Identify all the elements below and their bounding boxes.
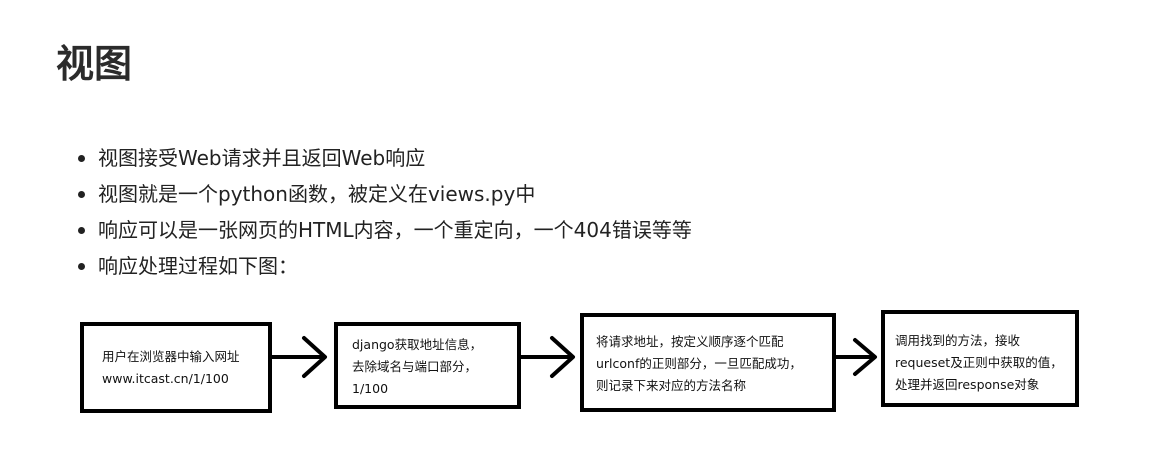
bullet-dot-icon	[78, 227, 85, 234]
bullet-text: 响应可以是一张网页的HTML内容，一个重定向，一个404错误等等	[98, 218, 692, 242]
bullet-list: 视图接受Web请求并且返回Web响应 视图就是一个python函数，被定义在vi…	[78, 140, 692, 284]
flow-step-line: urlconf的正则部分，一旦匹配成功，	[596, 356, 802, 371]
flow-step-line: 去除域名与端口部分，	[352, 359, 478, 374]
bullet-item: 视图就是一个python函数，被定义在views.py中	[78, 176, 692, 212]
bullet-text: 视图接受Web请求并且返回Web响应	[98, 146, 426, 170]
arrow-right-icon	[519, 336, 575, 378]
bullet-item: 视图接受Web请求并且返回Web响应	[78, 140, 692, 176]
bullet-text: 视图就是一个python函数，被定义在views.py中	[98, 182, 536, 206]
flow-step-parse-address: django获取地址信息， 去除域名与端口部分， 1/100	[334, 322, 521, 409]
bullet-dot-icon	[78, 191, 85, 198]
flow-step-line: 处理并返回response对象	[895, 377, 1040, 392]
arrow-right-icon	[270, 336, 327, 378]
flow-step-line: 则记录下来对应的方法名称	[596, 378, 747, 393]
flow-step-line: www.itcast.cn/1/100	[102, 371, 229, 386]
flow-step-call-view: 调用找到的方法，接收 requeset及正则中获取的值， 处理并返回respon…	[881, 310, 1079, 407]
flow-step-line: requeset及正则中获取的值，	[895, 355, 1063, 370]
flow-step-line: 1/100	[352, 381, 389, 396]
flow-step-line: 将请求地址，按定义顺序逐个匹配	[596, 334, 784, 349]
flow-step-line: django获取地址信息，	[352, 337, 483, 352]
arrow-right-icon	[834, 338, 877, 376]
bullet-text: 响应处理过程如下图：	[98, 254, 298, 278]
flow-step-input-url: 用户在浏览器中输入网址 www.itcast.cn/1/100	[80, 322, 272, 413]
page-title: 视图	[56, 42, 133, 86]
bullet-item: 响应处理过程如下图：	[78, 248, 692, 284]
bullet-item: 响应可以是一张网页的HTML内容，一个重定向，一个404错误等等	[78, 212, 692, 248]
flow-step-line: 调用找到的方法，接收	[895, 333, 1021, 348]
flow-step-match-urlconf: 将请求地址，按定义顺序逐个匹配 urlconf的正则部分，一旦匹配成功， 则记录…	[580, 313, 836, 412]
bullet-dot-icon	[78, 155, 85, 162]
bullet-dot-icon	[78, 263, 85, 270]
flow-step-line: 用户在浏览器中输入网址	[102, 349, 240, 364]
